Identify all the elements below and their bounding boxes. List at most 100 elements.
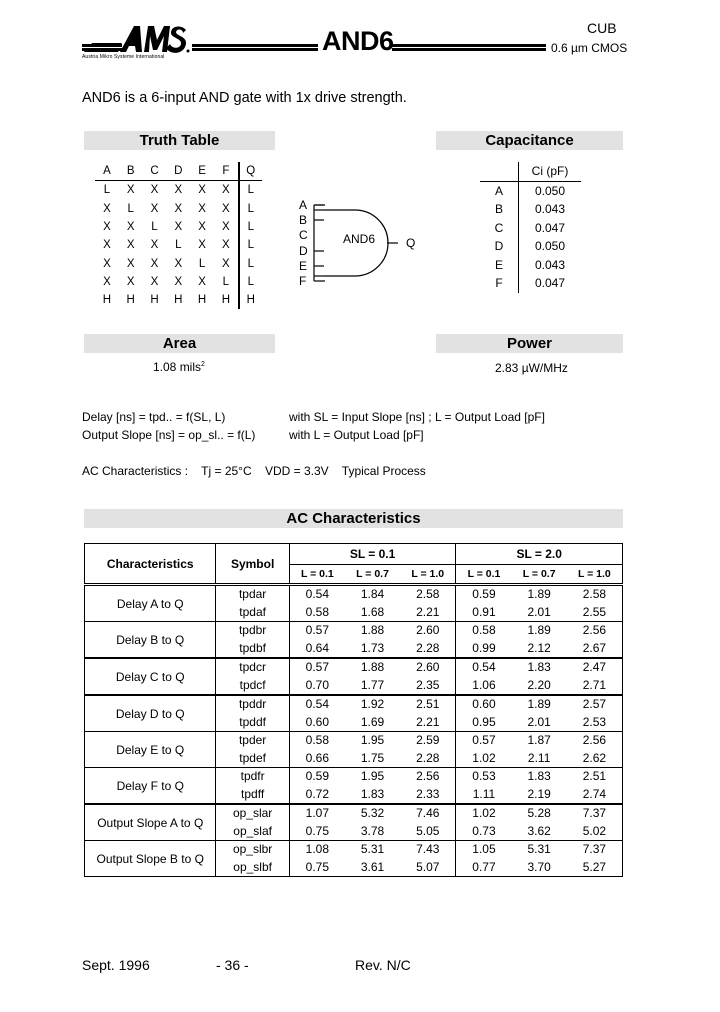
tt-input-cell: X <box>150 184 159 197</box>
ac-value-cell: 2.51 2.74 <box>566 767 623 805</box>
ac-value-fall: 2.28 <box>416 750 440 765</box>
ac-symbols: op_slar op_slaf <box>215 803 290 841</box>
ac-row-group: Delay C to Q tpdcr tpdcf 0.57 0.70 1.88 1.77 2.… <box>83 657 623 696</box>
ac-value-fall: 2.71 <box>582 677 607 692</box>
ac-conditions: AC Characteristics : Tj = 25°C VDD = 3.3… <box>82 464 426 478</box>
tt-input-cell: X <box>174 202 183 215</box>
ac-value-rise: 2.56 <box>582 733 607 747</box>
tt-output-cell: H <box>237 291 262 310</box>
ac-table-row: Output Slope B to Q op_slbr op_slbf 1.08 0.7… <box>83 840 623 877</box>
cap-value: 0.050 <box>534 183 566 198</box>
tt-input-cell: L <box>103 184 111 197</box>
cap-value: 0.043 <box>534 257 566 272</box>
capacitance-row: E 0.043 <box>480 255 581 274</box>
ac-value-fall: 1.02 <box>472 750 496 765</box>
tt-header: E <box>190 162 214 182</box>
ac-value-cell: 1.84 1.68 <box>344 583 401 622</box>
tt-input-cell: X <box>150 257 159 270</box>
tt-output-cell: L <box>237 217 262 237</box>
ac-value-cell: 0.57 1.02 <box>455 731 512 768</box>
ac-value-rise: 1.07 <box>305 806 330 820</box>
ac-value-fall: 0.95 <box>472 714 496 729</box>
ac-value-fall: 1.06 <box>472 677 496 692</box>
tt-input-cell: X <box>198 239 206 252</box>
capacitance-row: A 0.050 <box>480 181 581 200</box>
ac-value-fall: 2.62 <box>582 750 607 765</box>
ac-row-group: Delay B to Q tpdbr tpdbf 0.57 0.64 1.88 1.73 2.… <box>83 621 623 659</box>
tt-header: Q <box>237 162 262 182</box>
ac-value-rise: 2.51 <box>582 769 607 783</box>
truth-table-row: XXXLXXL <box>95 236 262 255</box>
cap-value: 0.050 <box>534 239 566 254</box>
ac-characteristics-table: Characteristics Symbol SL = 0.1 SL = 2.0… <box>83 543 623 877</box>
truth-table-title: Truth Table <box>84 131 275 150</box>
ac-symbol-fall: tpdcf <box>239 677 266 692</box>
tt-output-cell: L <box>237 254 262 273</box>
ac-value-fall: 2.67 <box>582 640 607 655</box>
ac-value-cell: 1.05 0.77 <box>455 840 512 877</box>
ac-value-fall: 5.05 <box>416 823 440 838</box>
ac-value-rise: 5.28 <box>527 806 551 820</box>
ac-value-cell: 2.58 2.55 <box>566 583 623 622</box>
ac-symbol-rise: op_slar <box>232 806 273 820</box>
tt-input-cell: X <box>222 221 230 234</box>
ac-value-fall: 0.60 <box>305 714 330 729</box>
slope-formula-def: with L = Output Load [pF] <box>289 428 424 442</box>
footer-date: Sept. 1996 <box>82 957 150 973</box>
ac-value-fall: 1.83 <box>360 786 385 801</box>
ac-symbol-rise: op_slbr <box>232 842 273 856</box>
ac-value-fall: 2.19 <box>527 786 551 801</box>
ac-value-rise: 0.54 <box>305 587 330 601</box>
ac-value-rise: 0.54 <box>472 660 496 674</box>
ac-value-fall: 2.74 <box>582 786 607 801</box>
ac-value-fall: 1.75 <box>360 750 385 765</box>
ac-value-cell: 1.83 2.20 <box>511 657 567 696</box>
tt-header: C <box>142 162 167 182</box>
ac-value-rise: 7.46 <box>416 806 440 820</box>
tt-input-cell: L <box>175 239 182 252</box>
capacitance-row: D 0.050 <box>480 237 581 256</box>
ac-value-cell: 1.83 2.19 <box>511 767 567 805</box>
ac-symbols: tpdcr tpdcf <box>215 657 290 696</box>
area-unit-exponent: 2 <box>201 361 205 368</box>
ac-value-rise: 1.05 <box>472 842 496 856</box>
library-name: CUB <box>587 20 617 36</box>
ac-row-group: Output Slope A to Q op_slar op_slaf 1.07 0.7… <box>83 803 623 841</box>
cap-pin: D <box>480 237 519 256</box>
power-title: Power <box>436 334 623 353</box>
tt-input-cell: X <box>150 275 159 288</box>
gate-label: AND6 <box>343 232 375 246</box>
ac-value-cell: 5.28 3.62 <box>511 803 567 841</box>
ac-value-fall: 0.77 <box>472 859 496 874</box>
truth-table-row: HHHHHHH <box>95 291 262 310</box>
tt-input-cell: X <box>174 184 183 197</box>
ac-characteristic: Delay D to Q <box>83 694 217 732</box>
ac-value-rise: 5.32 <box>360 806 385 820</box>
ac-characteristic: Delay A to Q <box>83 583 217 622</box>
ac-table-row: Output Slope A to Q op_slar op_slaf 1.07 0.7… <box>83 803 623 841</box>
ac-value-cell: 1.89 2.01 <box>511 583 567 622</box>
ac-characteristic: Output Slope A to Q <box>83 803 217 841</box>
area-value: 1.08 mils2 <box>153 360 205 374</box>
ac-value-fall: 0.75 <box>305 823 330 838</box>
tt-input-cell: H <box>150 294 159 307</box>
col-load: L = 0.7 <box>344 564 401 585</box>
ac-table-row: Delay C to Q tpdcr tpdcf 0.57 0.70 1.88 1.77 2.… <box>83 657 623 696</box>
ac-table-row: Delay B to Q tpdbr tpdbf 0.57 0.64 1.88 1.73 2.… <box>83 621 623 659</box>
ac-value-cell: 0.54 1.06 <box>455 657 512 696</box>
tt-input-cell: X <box>198 275 206 288</box>
ac-value-fall: 1.69 <box>360 714 385 729</box>
ac-characteristics-title: AC Characteristics <box>84 509 623 528</box>
ac-value-cell: 1.07 0.75 <box>288 803 345 841</box>
ac-value-rise: 1.89 <box>527 697 551 711</box>
ac-value-fall: 3.61 <box>360 859 385 874</box>
col-symbol: Symbol <box>215 543 290 585</box>
ac-symbols: tpdbr tpdbf <box>215 621 290 659</box>
tt-input-cell: H <box>197 294 207 307</box>
ac-value-rise: 7.37 <box>582 842 607 856</box>
ac-value-cell: 0.57 0.64 <box>288 621 345 659</box>
capacitance-row: B 0.043 <box>480 200 581 219</box>
ac-value-rise: 0.60 <box>472 697 496 711</box>
ac-row-group: Delay E to Q tpder tpdef 0.58 0.66 1.95 1.75 2.… <box>83 731 623 768</box>
ac-value-fall: 1.77 <box>360 677 385 692</box>
